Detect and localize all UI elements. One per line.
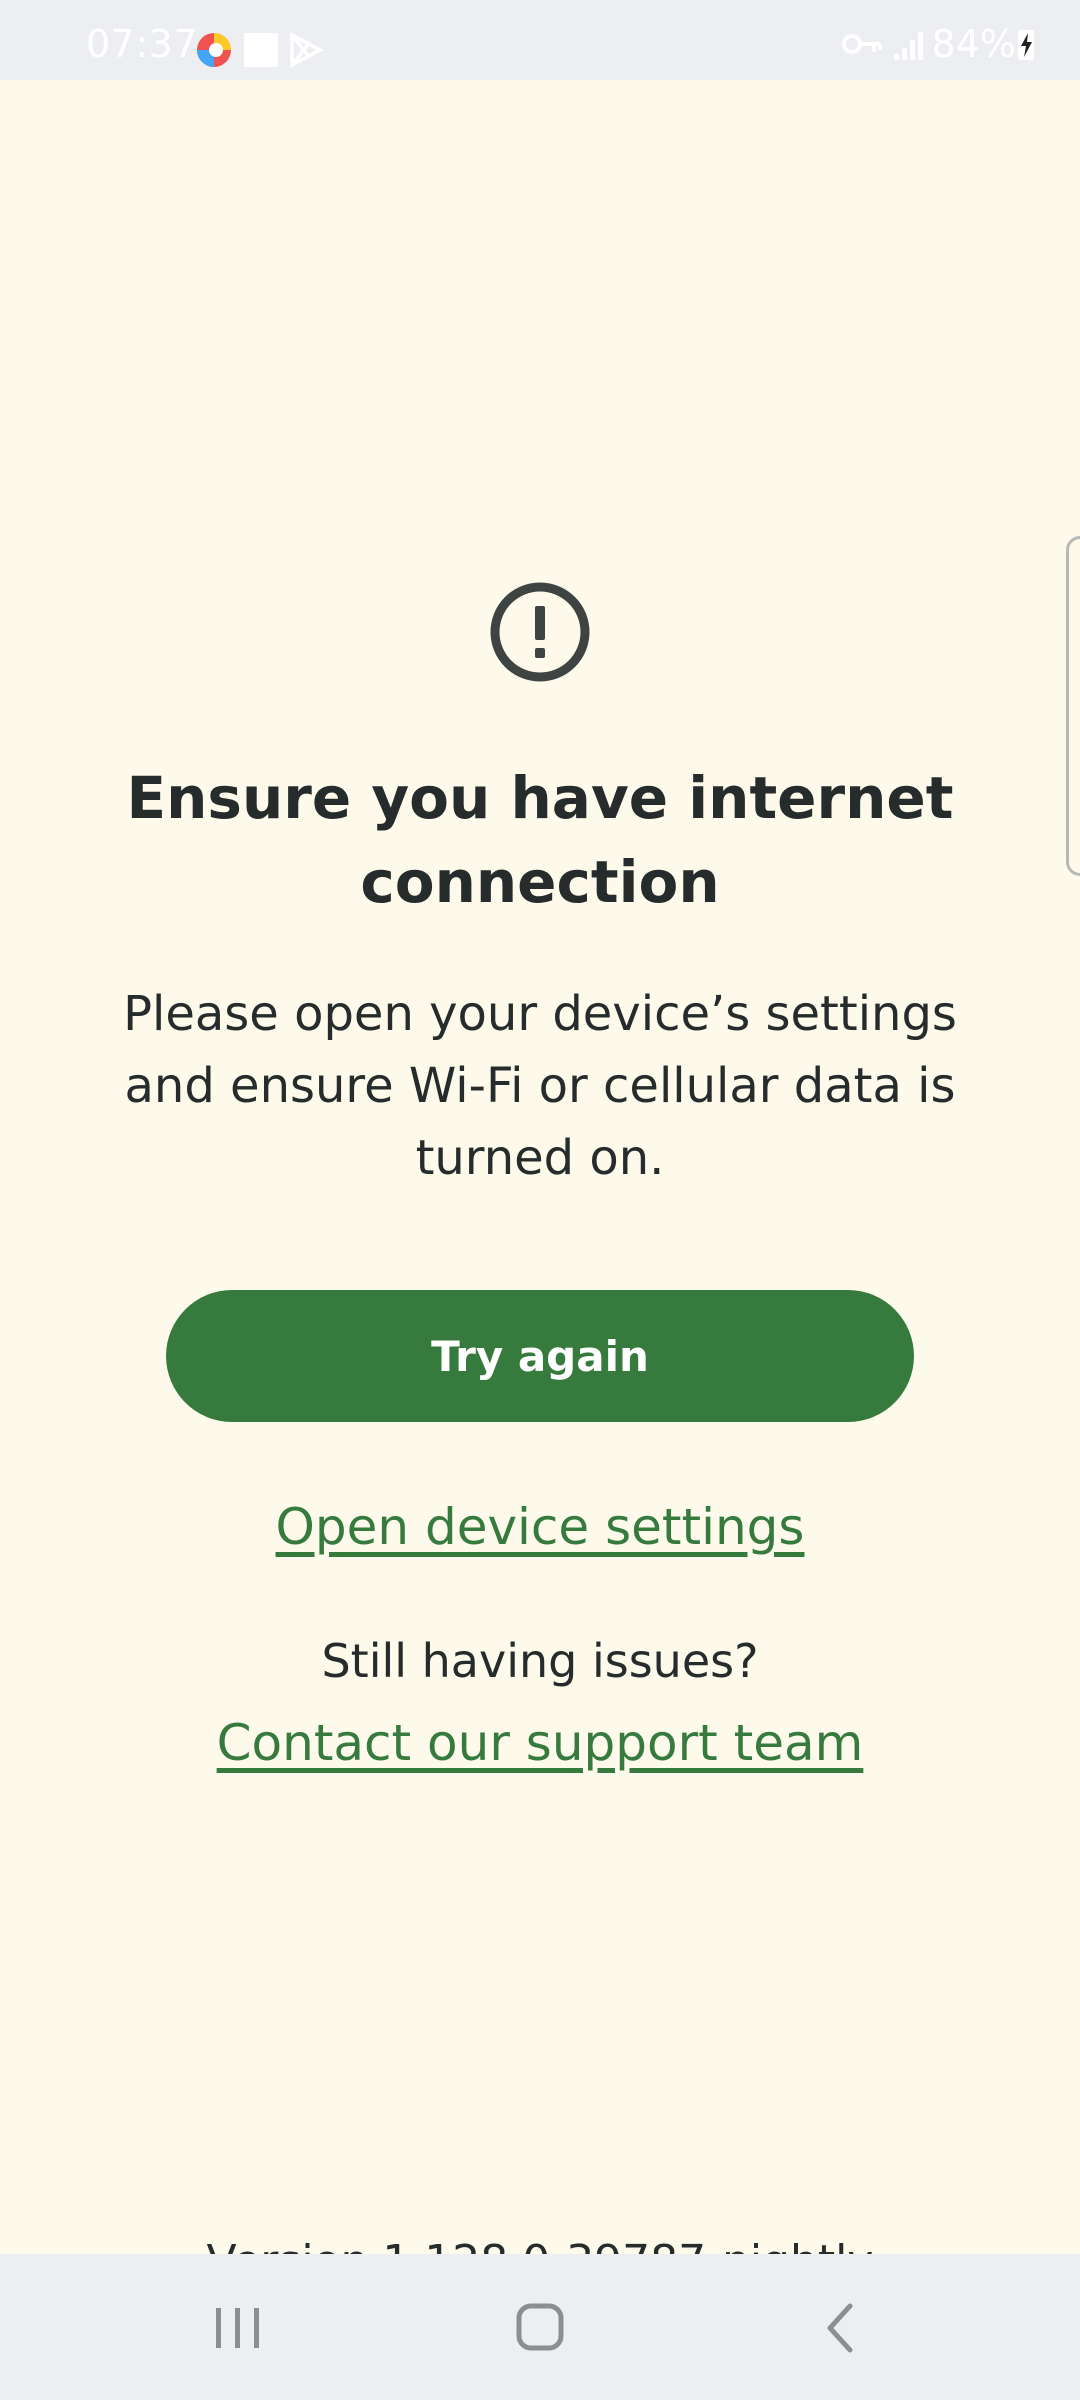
- home-icon[interactable]: [500, 2296, 580, 2360]
- status-time: 07:37: [86, 22, 199, 66]
- try-again-label: Try again: [431, 1331, 649, 1381]
- status-bar: 07:37 84%: [0, 0, 1080, 80]
- charging-bolt-icon: [1018, 30, 1034, 60]
- recents-icon[interactable]: [198, 2296, 278, 2360]
- signal-icon: [894, 32, 923, 60]
- battery-percentage: 84%: [931, 22, 1016, 66]
- browser-app-icon: [197, 33, 231, 67]
- edge-panel-handle[interactable]: [1066, 536, 1080, 876]
- try-again-button[interactable]: Try again: [166, 1290, 914, 1422]
- alert-circle-icon: [490, 582, 590, 682]
- contact-support-link[interactable]: Contact our support team: [0, 1714, 1080, 1772]
- error-title: Ensure you have internet connection: [126, 764, 954, 916]
- open-device-settings-link[interactable]: Open device settings: [0, 1498, 1080, 1556]
- error-screen: Ensure you have internet connection Plea…: [0, 80, 1080, 2287]
- error-message: Please open your device’s settings and e…: [123, 986, 957, 1186]
- navigation-bar: [0, 2254, 1080, 2400]
- notification-icons: [197, 32, 324, 68]
- back-icon[interactable]: [800, 2296, 880, 2360]
- white-square-icon: [244, 33, 278, 67]
- play-store-icon: [290, 32, 324, 68]
- still-having-issues-text: Still having issues?: [321, 1634, 759, 1688]
- vpn-key-icon: [842, 34, 882, 54]
